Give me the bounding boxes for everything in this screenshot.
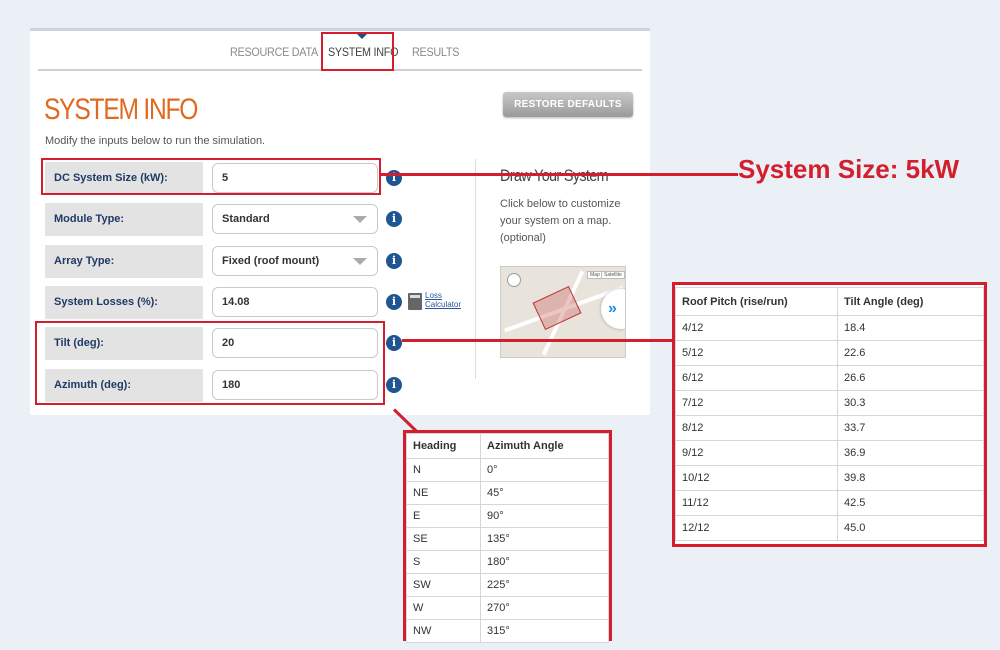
system-losses-input[interactable]: 14.08 bbox=[212, 287, 378, 317]
table-row: 7/12 30.3 bbox=[675, 390, 984, 416]
table-row: N 0° bbox=[406, 458, 609, 482]
calculator-icon[interactable] bbox=[408, 293, 422, 310]
table-row: S 180° bbox=[406, 550, 609, 574]
map-type-satellite: Satellite bbox=[601, 271, 625, 279]
azimuth-cell: W bbox=[406, 596, 481, 620]
table-row: 4/12 18.4 bbox=[675, 315, 984, 341]
pitch-cell: 8/12 bbox=[675, 415, 838, 441]
draw-system-description: Click below to customize your system on … bbox=[500, 198, 621, 244]
array-type-select[interactable]: Fixed (roof mount) bbox=[212, 246, 378, 276]
tab-resource-data[interactable]: RESOURCE DATA bbox=[230, 45, 318, 59]
page-title: SYSTEM INFO bbox=[44, 93, 198, 126]
pitch-cell: 26.6 bbox=[837, 365, 984, 391]
azimuth-header-heading: Heading bbox=[406, 433, 481, 459]
azimuth-cell: NE bbox=[406, 481, 481, 505]
array-type-label: Array Type: bbox=[45, 245, 203, 278]
restore-defaults-button[interactable]: RESTORE DEFAULTS bbox=[503, 92, 633, 117]
map-thumbnail[interactable]: Map Satellite » bbox=[500, 266, 626, 358]
pitch-header-pitch: Roof Pitch (rise/run) bbox=[675, 287, 838, 316]
module-type-value: Standard bbox=[222, 213, 270, 225]
azimuth-table-body: N 0° NE 45° E 90° SE 135° S 180° SW 225° W 270° NW 315° bbox=[406, 458, 609, 643]
table-row: 9/12 36.9 bbox=[675, 440, 984, 466]
azimuth-reference-table: Heading Azimuth Angle N 0° NE 45° E 90° SE 135°… bbox=[403, 430, 612, 643]
azimuth-cell: 45° bbox=[480, 481, 609, 505]
pitch-cell: 12/12 bbox=[675, 515, 838, 541]
dropdown-arrow-icon bbox=[353, 216, 367, 223]
azimuth-header-angle: Azimuth Angle bbox=[480, 433, 609, 459]
pitch-cell: 22.6 bbox=[837, 340, 984, 366]
pitch-table: Roof Pitch (rise/run) Tilt Angle (deg) 4… bbox=[675, 287, 984, 541]
table-row: 5/12 22.6 bbox=[675, 340, 984, 366]
array-type-value: Fixed (roof mount) bbox=[222, 255, 320, 267]
pitch-cell: 11/12 bbox=[675, 490, 838, 516]
pitch-cell: 42.5 bbox=[837, 490, 984, 516]
table-row: SW 225° bbox=[406, 573, 609, 597]
system-size-callout: System Size: 5kW bbox=[738, 154, 960, 184]
table-row: W 270° bbox=[406, 596, 609, 620]
loss-calculator-link-line1: Loss bbox=[425, 291, 442, 300]
info-icon[interactable]: i bbox=[386, 335, 402, 351]
azimuth-cell: 0° bbox=[480, 458, 609, 482]
info-icon[interactable]: i bbox=[386, 377, 402, 393]
module-type-label: Module Type: bbox=[45, 203, 203, 236]
azimuth-cell: SE bbox=[406, 527, 481, 551]
pitch-cell: 4/12 bbox=[675, 315, 838, 341]
nrel-pvwatts-panel: RESOURCE DATA SYSTEM INFO RESULTS SYSTEM… bbox=[30, 28, 650, 415]
divider bbox=[475, 159, 476, 379]
table-row: SE 135° bbox=[406, 527, 609, 551]
azimuth-cell: 180° bbox=[480, 550, 609, 574]
draw-system-title: Draw Your System bbox=[500, 166, 609, 186]
roof-pitch-reference-table: Roof Pitch (rise/run) Tilt Angle (deg) 4… bbox=[672, 282, 987, 547]
callout-line-system-size bbox=[381, 173, 738, 176]
pitch-cell: 6/12 bbox=[675, 365, 838, 391]
pitch-header-tilt: Tilt Angle (deg) bbox=[837, 287, 984, 316]
loss-calculator-link[interactable]: Loss Calculator bbox=[425, 291, 461, 309]
table-row: NE 45° bbox=[406, 481, 609, 505]
table-row: 6/12 26.6 bbox=[675, 365, 984, 391]
info-icon[interactable]: i bbox=[386, 211, 402, 227]
azimuth-cell: N bbox=[406, 458, 481, 482]
callout-line-tilt bbox=[402, 339, 672, 342]
pitch-cell: 18.4 bbox=[837, 315, 984, 341]
table-row: E 90° bbox=[406, 504, 609, 528]
pitch-cell: 7/12 bbox=[675, 390, 838, 416]
azimuth-cell: NW bbox=[406, 619, 481, 643]
info-icon[interactable]: i bbox=[386, 294, 402, 310]
azimuth-cell: E bbox=[406, 504, 481, 528]
pitch-cell: 9/12 bbox=[675, 440, 838, 466]
module-type-select[interactable]: Standard bbox=[212, 204, 378, 234]
table-row: 8/12 33.7 bbox=[675, 415, 984, 441]
azimuth-cell: 315° bbox=[480, 619, 609, 643]
pitch-cell: 39.8 bbox=[837, 465, 984, 491]
pitch-table-body: 4/12 18.4 5/12 22.6 6/12 26.6 7/12 30.3 8/12 33.7… bbox=[675, 315, 984, 541]
dropdown-arrow-icon bbox=[353, 258, 367, 265]
azimuth-cell: 225° bbox=[480, 573, 609, 597]
azimuth-cell: 90° bbox=[480, 504, 609, 528]
map-pan-control-icon bbox=[507, 273, 521, 287]
pitch-cell: 30.3 bbox=[837, 390, 984, 416]
highlight-box-tilt-azimuth bbox=[35, 321, 385, 405]
azimuth-cell: SW bbox=[406, 573, 481, 597]
azimuth-cell: 270° bbox=[480, 596, 609, 620]
pitch-cell: 33.7 bbox=[837, 415, 984, 441]
tab-results[interactable]: RESULTS bbox=[412, 45, 459, 59]
pitch-cell: 5/12 bbox=[675, 340, 838, 366]
azimuth-cell: 135° bbox=[480, 527, 609, 551]
highlight-box-system-info-tab bbox=[321, 32, 394, 71]
pitch-cell: 36.9 bbox=[837, 440, 984, 466]
azimuth-cell: S bbox=[406, 550, 481, 574]
page-subtitle: Modify the inputs below to run the simul… bbox=[45, 135, 266, 147]
info-icon[interactable]: i bbox=[386, 253, 402, 269]
table-row: NW 315° bbox=[406, 619, 609, 643]
pitch-cell: 10/12 bbox=[675, 465, 838, 491]
highlight-box-dc-size bbox=[41, 158, 381, 195]
pitch-cell: 45.0 bbox=[837, 515, 984, 541]
loss-calculator-link-line2: Calculator bbox=[425, 300, 462, 309]
table-row: 11/12 42.5 bbox=[675, 490, 984, 516]
table-row: 10/12 39.8 bbox=[675, 465, 984, 491]
system-losses-label: System Losses (%): bbox=[45, 286, 203, 319]
table-row: 12/12 45.0 bbox=[675, 515, 984, 541]
azimuth-table: Heading Azimuth Angle N 0° NE 45° E 90° SE 135°… bbox=[406, 433, 609, 643]
